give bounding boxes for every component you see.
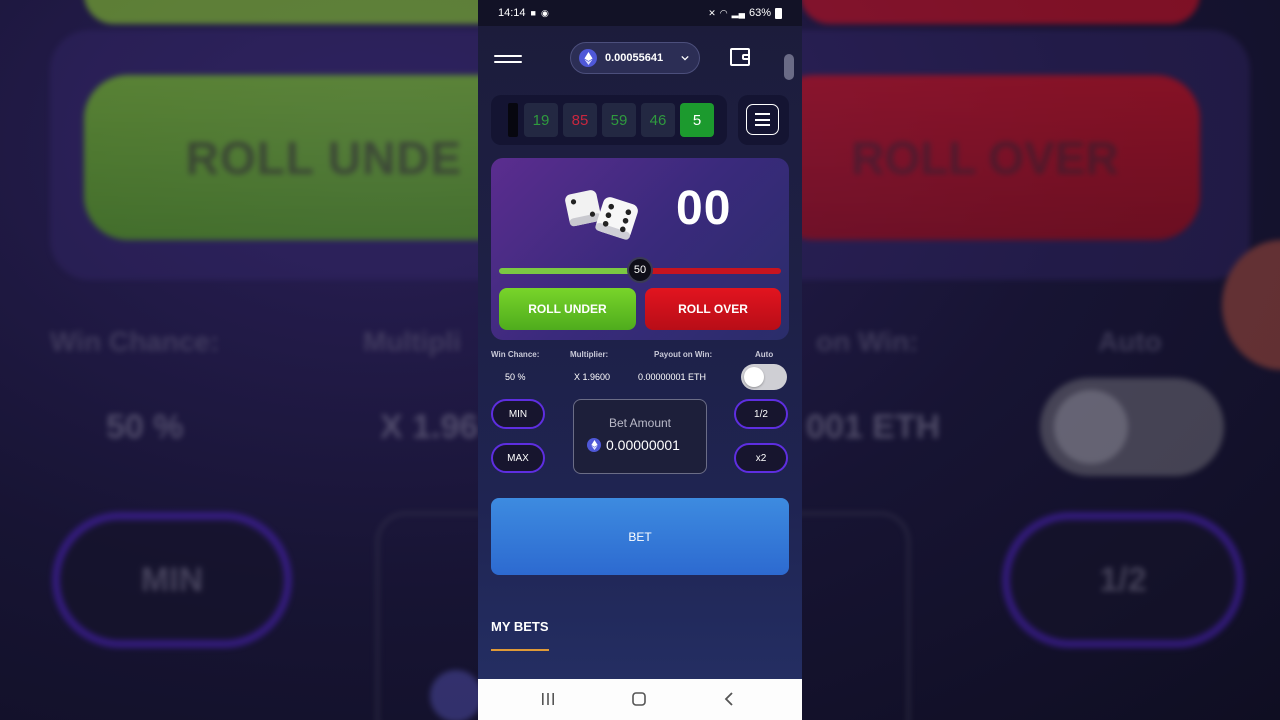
tab-underline <box>491 649 549 651</box>
battery-percent: 63% <box>748 7 771 19</box>
roll-under-button[interactable]: ROLL UNDER <box>499 288 636 330</box>
back-icon[interactable] <box>722 691 738 707</box>
bg-roll-over-text: ROLL OVER <box>770 75 1200 240</box>
menu-line <box>755 113 770 115</box>
half-button[interactable]: 1/2 <box>734 399 788 429</box>
balance-value: 0.00055641 <box>605 52 664 64</box>
video-icon: ■ <box>530 8 536 18</box>
bg-multiplier-value: X 1.96 <box>380 408 479 446</box>
auto-toggle[interactable] <box>741 364 787 390</box>
multiplier-label: Multiplier: <box>570 350 609 359</box>
tab-my-bets[interactable]: MY BETS <box>491 619 549 634</box>
bet-amount-value[interactable]: 0.00000001 <box>606 437 680 453</box>
phone-screen: 14:14 ■ ◉ ✕ ◠ ▂▄ 63% 0.00055641 19 85 59… <box>478 0 802 720</box>
hamburger-line <box>494 55 522 57</box>
bg-win-chance-value: 50 % <box>106 408 184 446</box>
bg-multiplier-label: Multipli <box>363 326 461 357</box>
balance-selector[interactable]: 0.00055641 <box>570 42 700 74</box>
status-right: ✕ ◠ ▂▄ 63% <box>708 7 782 19</box>
bg-payout-value: 001 ETH <box>806 408 941 446</box>
eth-icon <box>579 49 597 67</box>
mute-icon: ✕ <box>708 7 716 18</box>
payout-label: Payout on Win: <box>654 350 713 359</box>
history-item: 85 <box>563 103 597 137</box>
bet-button[interactable]: BET <box>491 498 789 575</box>
home-icon[interactable] <box>631 691 647 707</box>
list-menu-button[interactable] <box>746 104 779 135</box>
status-bar: 14:14 ■ ◉ ✕ ◠ ▂▄ 63% <box>478 0 802 26</box>
roll-result: 00 <box>676 182 732 235</box>
history-stub <box>508 103 518 137</box>
slider-under-segment <box>499 268 640 274</box>
slider-knob[interactable]: 50 <box>627 257 653 283</box>
bg-auto-label: Auto <box>1098 326 1162 357</box>
recent-apps-icon[interactable] <box>540 691 556 707</box>
history-item-latest: 5 <box>680 103 714 137</box>
bg-payout-label: on Win: <box>816 326 919 357</box>
hamburger-menu-icon[interactable] <box>494 50 522 68</box>
bet-amount-field[interactable]: Bet Amount 0.00000001 <box>573 399 707 474</box>
dice-icon <box>565 190 638 240</box>
bg-toggle-knob <box>1054 390 1128 464</box>
status-time: 14:14 <box>498 7 526 19</box>
bg-half-pill: 1/2 <box>1002 512 1244 648</box>
bg-win-chance-label: Win Chance: <box>50 326 220 357</box>
eth-icon <box>587 438 601 452</box>
wallet-icon[interactable] <box>730 48 750 66</box>
auto-label: Auto <box>755 350 774 359</box>
menu-line <box>755 118 770 121</box>
bet-amount-label: Bet Amount <box>608 416 672 430</box>
status-left: 14:14 ■ ◉ <box>498 7 549 19</box>
wifi-icon: ◠ <box>719 7 728 18</box>
notification-icon: ◉ <box>540 7 549 18</box>
bg-eth-coin <box>430 670 482 720</box>
toggle-knob <box>744 367 764 387</box>
win-chance-value: 50 % <box>505 372 526 382</box>
hamburger-line <box>494 61 522 63</box>
bg-red-bar <box>800 0 1200 24</box>
chevron-down-icon <box>681 55 689 61</box>
multiplier-value: X 1.9600 <box>574 372 611 382</box>
history-item: 19 <box>524 103 558 137</box>
android-nav-bar <box>478 679 802 720</box>
history-item: 46 <box>641 103 675 137</box>
battery-icon <box>775 7 782 19</box>
max-button[interactable]: MAX <box>491 443 545 473</box>
menu-button-container <box>738 95 789 145</box>
min-button[interactable]: MIN <box>491 399 545 429</box>
roll-slider[interactable]: 50 <box>499 257 781 283</box>
slider-over-segment <box>640 268 781 274</box>
roll-over-button[interactable]: ROLL OVER <box>645 288 781 330</box>
signal-icon: ▂▄ <box>731 7 745 18</box>
win-chance-label: Win Chance: <box>491 350 540 359</box>
menu-line <box>755 124 770 126</box>
payout-value: 0.00000001 ETH <box>638 372 707 382</box>
history-item: 59 <box>602 103 636 137</box>
scroll-handle[interactable] <box>784 54 794 80</box>
bg-min-pill: MIN <box>52 512 292 648</box>
double-button[interactable]: x2 <box>734 443 788 473</box>
dice-game-card: 00 50 ROLL UNDER ROLL OVER <box>491 158 789 340</box>
roll-history: 19 85 59 46 5 <box>491 95 727 145</box>
bet-amount-row: 0.00000001 <box>587 437 680 453</box>
